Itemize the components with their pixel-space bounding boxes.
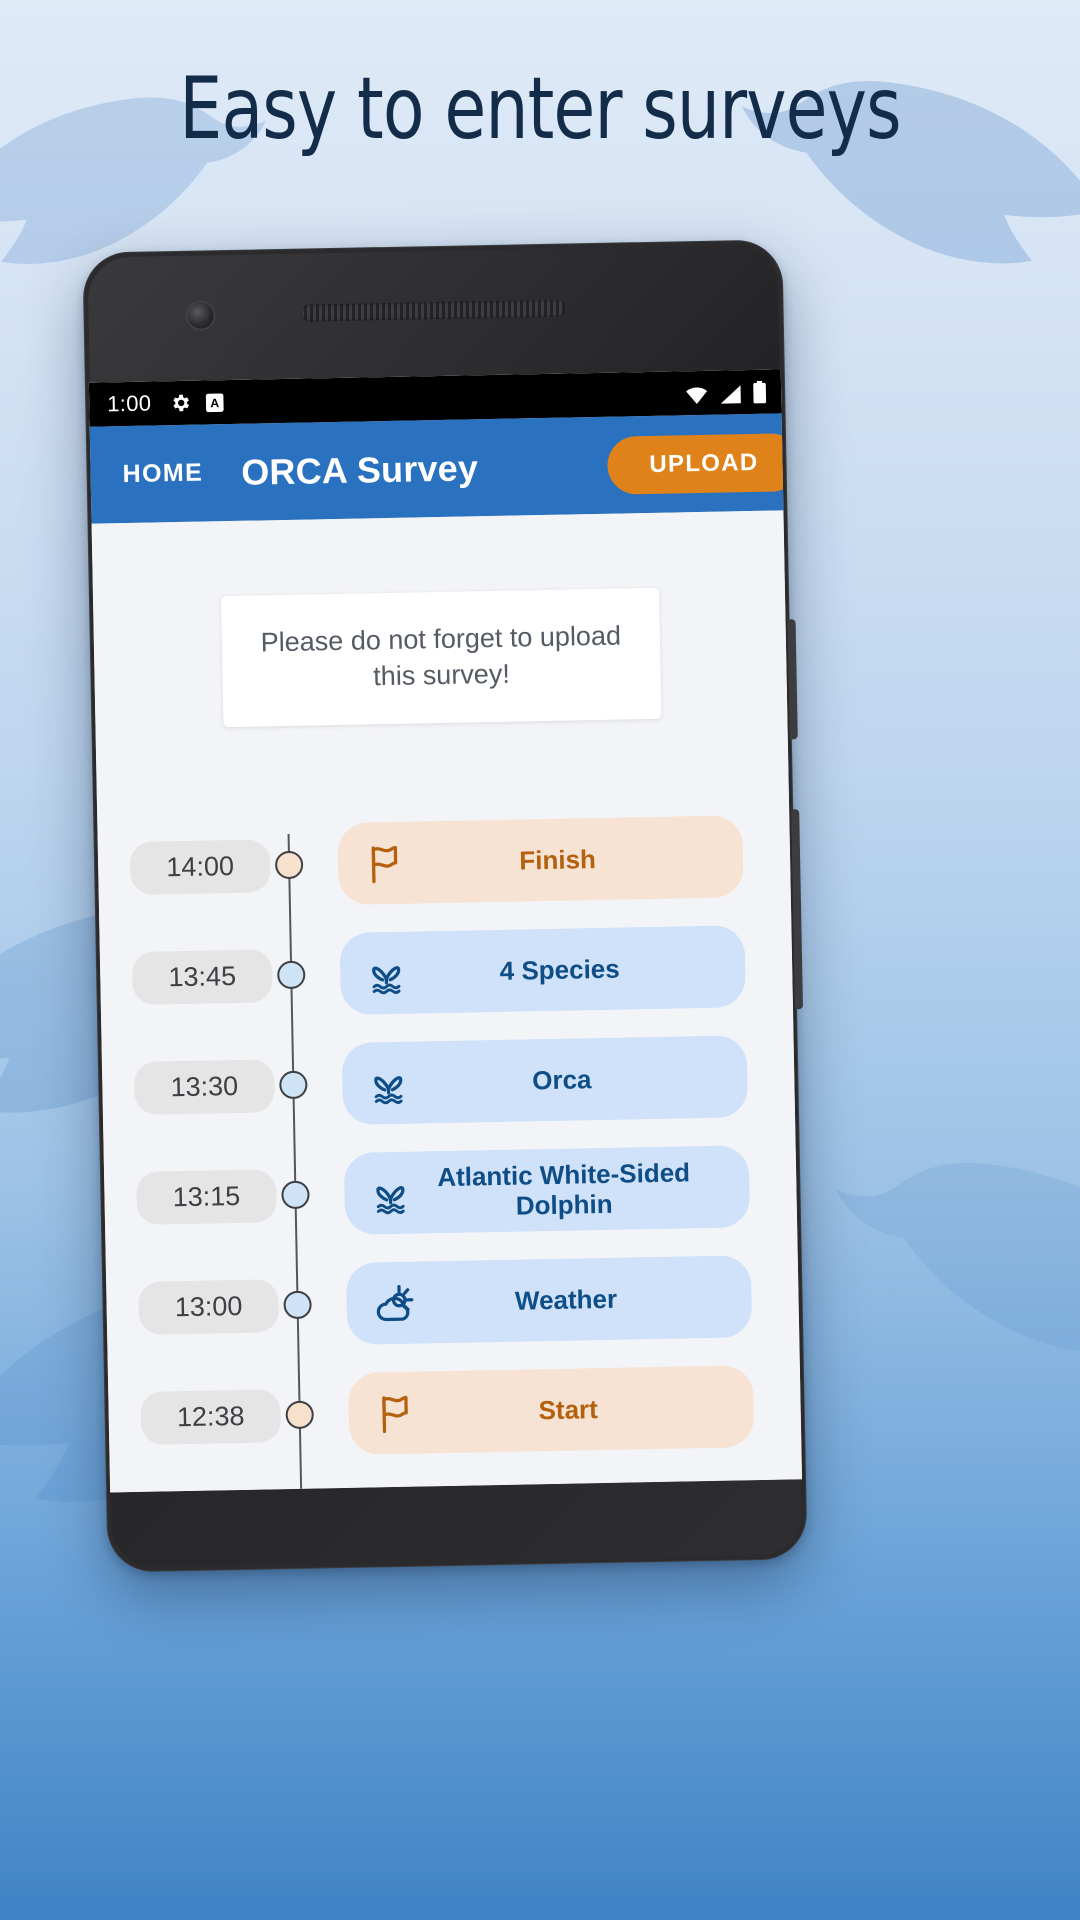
- status-bar-notification-icons: A: [169, 391, 225, 414]
- timeline-row[interactable]: 13:45 4 Species: [99, 910, 793, 1033]
- gear-icon: [173, 394, 190, 412]
- timeline-dot: [283, 1290, 312, 1320]
- phone-mockup: 1:00 A HOME ORCA Survey UPLOAD Please do…: [82, 239, 808, 1573]
- battery-icon: [753, 380, 767, 403]
- timeline-time-pill: 13:30: [133, 1058, 275, 1115]
- flag-icon: [382, 1395, 408, 1434]
- status-bar-clock: 1:00: [107, 390, 152, 417]
- timeline-time-pill: 13:00: [138, 1278, 280, 1335]
- letter-a-badge-icon: A: [205, 392, 224, 412]
- timeline-entry-chip[interactable]: Start: [347, 1365, 755, 1455]
- timeline-row[interactable]: 14:00 Finish: [97, 800, 791, 923]
- upload-reminder-text: Please do not forget to upload this surv…: [260, 620, 622, 691]
- whale-tail-icon-wrap: [362, 1060, 415, 1107]
- promo-headline: Easy to enter surveys: [179, 59, 901, 159]
- timeline-entry-chip[interactable]: 4 Species: [339, 925, 746, 1015]
- home-button[interactable]: HOME: [112, 450, 213, 497]
- app-bar: HOME ORCA Survey UPLOAD: [89, 413, 802, 524]
- timeline-dot: [279, 1070, 308, 1100]
- timeline-dot: [281, 1180, 310, 1210]
- cellular-signal-icon: [720, 384, 741, 404]
- timeline-row[interactable]: 12:38 Start: [108, 1350, 802, 1473]
- timeline-entry-label: Start: [538, 1394, 599, 1426]
- status-bar-system-icons: [684, 380, 767, 405]
- timeline-entry-chip[interactable]: Weather: [345, 1255, 753, 1345]
- whale-tail-icon: [374, 1076, 403, 1105]
- timeline-dot: [276, 960, 306, 990]
- partly-cloudy-icon: [376, 1285, 414, 1322]
- partly-cloudy-icon-wrap: [366, 1280, 419, 1327]
- flag-icon: [371, 845, 398, 884]
- timeline-time-pill: 14:00: [129, 838, 271, 895]
- whale-tail-icon: [376, 1186, 405, 1215]
- timeline-dot: [274, 850, 304, 880]
- timeline-dot: [285, 1400, 314, 1430]
- upload-reminder-card: Please do not forget to upload this surv…: [220, 587, 662, 728]
- survey-timeline: 14:00 Finish 13:45 4 Species 13:30 Orca 13:15 A…: [97, 800, 802, 1493]
- whale-tail-icon-wrap: [364, 1170, 417, 1217]
- timeline-entry-label: Atlantic White-Sided Dolphin: [436, 1157, 691, 1221]
- survey-content: Please do not forget to upload this surv…: [91, 510, 803, 1493]
- svg-text:A: A: [210, 396, 219, 410]
- flag-icon-wrap: [358, 840, 411, 887]
- timeline-entry-label: Orca: [531, 1064, 592, 1096]
- upload-button[interactable]: UPLOAD: [606, 432, 802, 495]
- timeline-entry-chip[interactable]: Atlantic White-Sided Dolphin: [343, 1145, 751, 1235]
- timeline-entry-label: 4 Species: [499, 953, 620, 986]
- flag-icon-wrap: [368, 1390, 421, 1437]
- wifi-icon: [686, 387, 708, 404]
- timeline-entry-label: Finish: [519, 843, 597, 876]
- timeline-entry-chip[interactable]: Orca: [341, 1035, 749, 1125]
- timeline-entry-label: Weather: [514, 1283, 618, 1316]
- timeline-time-pill: 13:45: [131, 948, 273, 1005]
- timeline-time-pill: 12:38: [140, 1388, 282, 1445]
- timeline-row[interactable]: 13:00 Weather: [106, 1240, 800, 1363]
- page-title: ORCA Survey: [240, 446, 479, 493]
- timeline-row[interactable]: 13:15 Atlantic White-Sided Dolphin: [103, 1130, 797, 1253]
- whale-tail-icon: [372, 966, 401, 995]
- timeline-row[interactable]: 13:30 Orca: [101, 1020, 795, 1143]
- phone-screen: 1:00 A HOME ORCA Survey UPLOAD Please do…: [88, 369, 803, 1493]
- whale-tail-icon-wrap: [360, 950, 413, 997]
- timeline-time-pill: 13:15: [136, 1168, 277, 1225]
- timeline-entry-chip[interactable]: Finish: [337, 815, 744, 906]
